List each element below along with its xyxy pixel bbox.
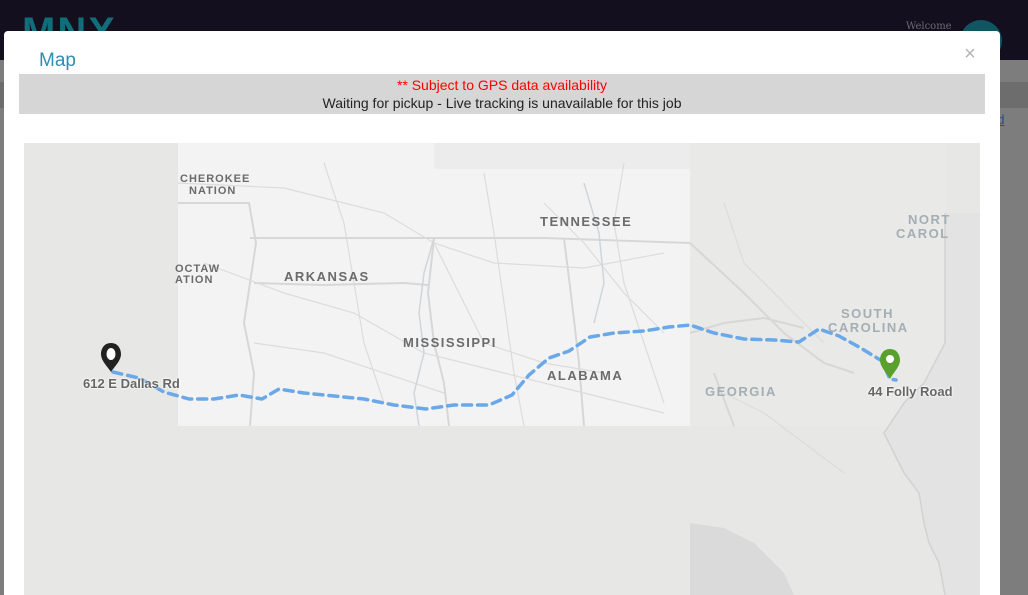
map-label-georgia: GEORGIA [705,384,777,399]
map-label-south-carolina-line1: SOUTH [841,306,894,321]
destination-label: 44 Folly Road [868,384,953,399]
map-tile-main [178,143,690,426]
map-label-mississippi: MISSISSIPPI [403,335,497,350]
map-canvas[interactable] [24,143,980,595]
map-label-arkansas: ARKANSAS [284,269,370,284]
map-label-choctaw-line2: ATION [175,274,214,286]
origin-pin-center [106,348,116,360]
close-icon[interactable]: × [963,44,977,64]
route-map[interactable]: TENNESSEE ARKANSAS MISSISSIPPI ALABAMA G… [24,143,980,595]
map-label-alabama: ALABAMA [547,368,624,383]
map-label-north-carolina-line2: CAROL [896,226,950,241]
gps-warning-text: ** Subject to GPS data availability [396,77,608,93]
map-label-south-carolina-line2: CAROLINA [828,320,909,335]
map-modal: Map × ** Subject to GPS data availabilit… [4,31,1000,595]
map-label-tennessee: TENNESSEE [540,214,633,229]
map-label-cherokee-line2: NATION [189,185,237,197]
tracking-status-text: Waiting for pickup - Live tracking is un… [322,95,682,111]
map-tile-top [434,143,690,169]
tracking-notice: ** Subject to GPS data availability Wait… [19,74,985,114]
origin-label: 612 E Dallas Rd [83,376,180,391]
destination-pin-center [886,355,894,363]
map-label-north-carolina-line1: NORT [908,212,951,227]
modal-title: Map [39,50,76,71]
map-label-cherokee-line1: CHEROKEE [180,173,251,185]
